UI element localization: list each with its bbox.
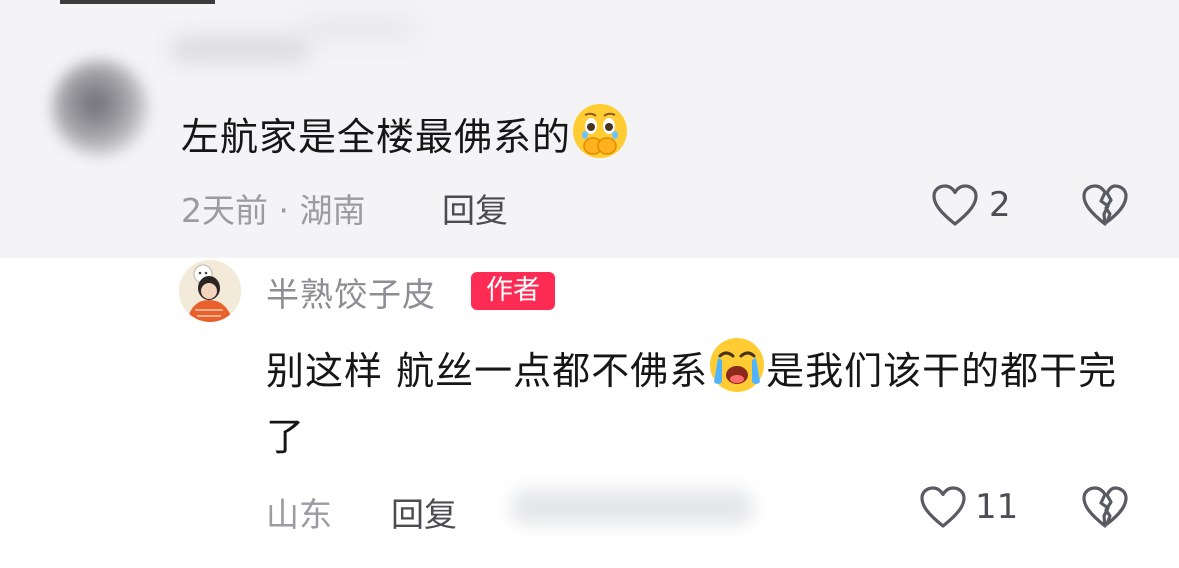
reply-button[interactable]: 回复 xyxy=(391,488,457,536)
username-blurred[interactable] xyxy=(170,36,310,62)
like-count: 2 xyxy=(989,185,1011,225)
avatar[interactable] xyxy=(179,260,241,322)
heart-outline-icon[interactable] xyxy=(918,484,968,534)
comment-item-highlighted: 左航家是全楼最佛系的 2天前 · 湖南 回复 2 xyxy=(0,0,1179,258)
face-holding-back-tears-icon xyxy=(571,102,629,175)
blurred-content xyxy=(512,490,752,524)
reply-text: 别这样 航丝一点都不佛系 是我们该干的都干完了 xyxy=(266,336,1126,465)
comment-text-part: 左航家是全楼最佛系的 xyxy=(181,115,572,159)
broken-heart-icon[interactable] xyxy=(1080,182,1130,232)
comment-thread: 左航家是全楼最佛系的 2天前 · 湖南 回复 2 半熟饺子皮 作者 别这样 航丝… xyxy=(0,0,1179,568)
top-divider xyxy=(60,0,215,4)
comment-time-location: 2天前 · 湖南 xyxy=(181,191,366,230)
broken-heart-icon[interactable] xyxy=(1080,484,1130,534)
username[interactable]: 半熟饺子皮 xyxy=(266,268,436,316)
comment-text: 左航家是全楼最佛系的 xyxy=(181,102,629,175)
like-count: 11 xyxy=(975,487,1019,527)
blurred-content xyxy=(300,18,420,40)
author-badge: 作者 xyxy=(471,272,555,310)
reply-button[interactable]: 回复 xyxy=(442,184,508,232)
comment-location: 山东 xyxy=(266,495,332,534)
avatar-blurred[interactable] xyxy=(52,60,148,156)
heart-outline-icon[interactable] xyxy=(930,182,980,232)
reply-text-part: 别这样 航丝一点都不佛系 xyxy=(266,349,709,393)
loudly-crying-face-icon xyxy=(708,336,766,409)
